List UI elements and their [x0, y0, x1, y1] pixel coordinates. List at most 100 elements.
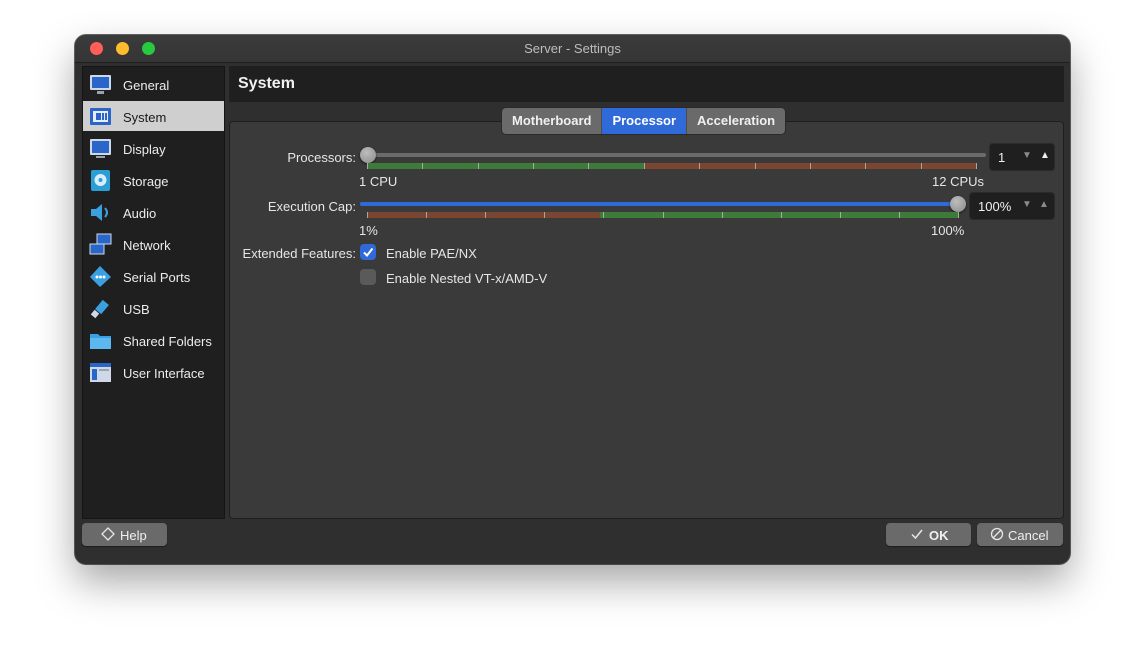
sidebar-item-usb[interactable]: USB	[83, 293, 224, 323]
execution-cap-min-label: 1%	[359, 223, 378, 238]
processors-decrement-icon[interactable]: ▼	[1020, 150, 1034, 162]
scale-tick	[478, 163, 479, 169]
scale-tick	[755, 163, 756, 169]
execution-cap-spinbox[interactable]: 100% ▼ ▲	[969, 192, 1055, 220]
processors-scale	[367, 163, 977, 169]
settings-window: Server - Settings General System Display…	[75, 35, 1070, 564]
page-title: System	[238, 75, 295, 92]
sidebar-item-label: Shared Folders	[123, 334, 212, 349]
scale-tick	[663, 212, 664, 218]
scale-tick	[426, 212, 427, 218]
tab-bar: Motherboard Processor Acceleration	[501, 107, 787, 135]
ok-button[interactable]: OK	[886, 523, 971, 546]
processors-spinbox[interactable]: 1 ▼ ▲	[989, 143, 1055, 171]
processor-panel: Processors: 1 CPU 12 CPUs 1 ▼ ▲ Executio…	[229, 121, 1064, 519]
network-icon	[89, 233, 112, 256]
scale-tick	[865, 163, 866, 169]
user-interface-icon	[89, 361, 112, 384]
scale-warning-segment	[367, 212, 600, 218]
cancel-button-label: Cancel	[1008, 528, 1049, 543]
usb-icon	[89, 297, 112, 320]
extended-features-label: Extended Features:	[242, 246, 356, 261]
sidebar-item-storage[interactable]: Storage	[83, 165, 224, 195]
sidebar-item-label: General	[123, 78, 170, 93]
audio-icon	[89, 201, 112, 224]
shared-folders-icon	[89, 329, 112, 352]
processors-slider-track	[360, 153, 986, 157]
sidebar-item-label: Display	[123, 142, 166, 157]
sidebar-item-label: System	[123, 110, 167, 125]
execution-cap-slider[interactable]	[360, 196, 966, 212]
pae-nx-checkbox[interactable]	[360, 244, 376, 260]
tab-motherboard[interactable]: Motherboard	[502, 108, 602, 134]
checkmark-icon	[363, 247, 374, 258]
scale-tick	[840, 212, 841, 218]
sidebar-item-shared-folders[interactable]: Shared Folders	[83, 325, 224, 355]
scale-tick	[722, 212, 723, 218]
scale-tick	[699, 163, 700, 169]
execution-cap-slider-thumb[interactable]	[950, 196, 966, 212]
storage-icon	[89, 169, 112, 192]
general-icon	[89, 73, 112, 96]
sidebar-item-label: USB	[123, 302, 150, 317]
tab-acceleration[interactable]: Acceleration	[686, 108, 786, 134]
sidebar-item-label: Network	[123, 238, 171, 253]
processors-slider-thumb[interactable]	[360, 147, 376, 163]
cancel-button[interactable]: Cancel	[977, 523, 1063, 546]
tab-processor[interactable]: Processor	[601, 108, 687, 134]
processors-slider[interactable]	[360, 147, 986, 163]
nested-vt-label[interactable]: Enable Nested VT-x/AMD-V	[386, 271, 547, 286]
processors-max-label: 12 CPUs	[932, 174, 985, 189]
scale-tick	[781, 212, 782, 218]
sidebar-item-audio[interactable]: Audio	[83, 197, 224, 227]
scale-tick	[533, 163, 534, 169]
scale-tick	[899, 212, 900, 218]
sidebar-item-label: Serial Ports	[123, 270, 191, 285]
sidebar-item-network[interactable]: Network	[83, 229, 224, 259]
scale-tick	[422, 163, 423, 169]
help-button-label: Help	[120, 528, 147, 543]
scale-tick	[485, 212, 486, 218]
scale-tick	[603, 212, 604, 218]
execution-cap-label: Execution Cap:	[267, 199, 356, 214]
sidebar-item-label: User Interface	[123, 366, 205, 381]
sidebar-item-label: Audio	[123, 206, 157, 221]
nested-vt-checkbox[interactable]	[360, 269, 376, 285]
help-icon	[101, 527, 115, 544]
settings-sidebar: General System Display Storage Audio Net…	[82, 66, 225, 519]
processors-label: Processors:	[287, 150, 356, 165]
sidebar-item-label: Storage	[123, 174, 169, 189]
ok-button-label: OK	[929, 528, 949, 543]
scale-tick	[588, 163, 589, 169]
sidebar-item-display[interactable]: Display	[83, 133, 224, 163]
display-icon	[89, 137, 112, 160]
execution-cap-value: 100%	[978, 199, 1012, 214]
scale-tick	[958, 212, 959, 218]
sidebar-item-system[interactable]: System	[83, 101, 224, 131]
processors-increment-icon[interactable]: ▲	[1038, 150, 1052, 162]
scale-tick	[976, 163, 977, 169]
processors-min-label: 1 CPU	[359, 174, 398, 189]
checkmark-icon	[910, 527, 924, 544]
scale-tick	[644, 163, 645, 169]
sidebar-item-general[interactable]: General	[83, 69, 224, 99]
scale-recommended-segment	[367, 163, 644, 169]
execution-cap-scale	[367, 212, 959, 218]
title-bar: Server - Settings	[75, 35, 1070, 63]
sidebar-item-serial-ports[interactable]: Serial Ports	[83, 261, 224, 291]
execution-cap-increment-icon[interactable]: ▲	[1037, 199, 1051, 211]
sidebar-item-user-interface[interactable]: User Interface	[83, 357, 224, 387]
execution-cap-slider-fill	[360, 202, 958, 206]
window-title: Server - Settings	[524, 41, 621, 56]
system-icon	[89, 105, 112, 128]
pae-nx-label[interactable]: Enable PAE/NX	[386, 246, 477, 261]
execution-cap-max-label: 100%	[931, 223, 965, 238]
scale-tick	[367, 212, 368, 218]
help-button[interactable]: Help	[82, 523, 167, 546]
cancel-icon	[990, 527, 1004, 544]
page-header: System	[229, 66, 1064, 102]
processors-value: 1	[998, 150, 1006, 165]
scale-tick	[810, 163, 811, 169]
scale-tick	[921, 163, 922, 169]
execution-cap-decrement-icon[interactable]: ▼	[1020, 199, 1034, 211]
